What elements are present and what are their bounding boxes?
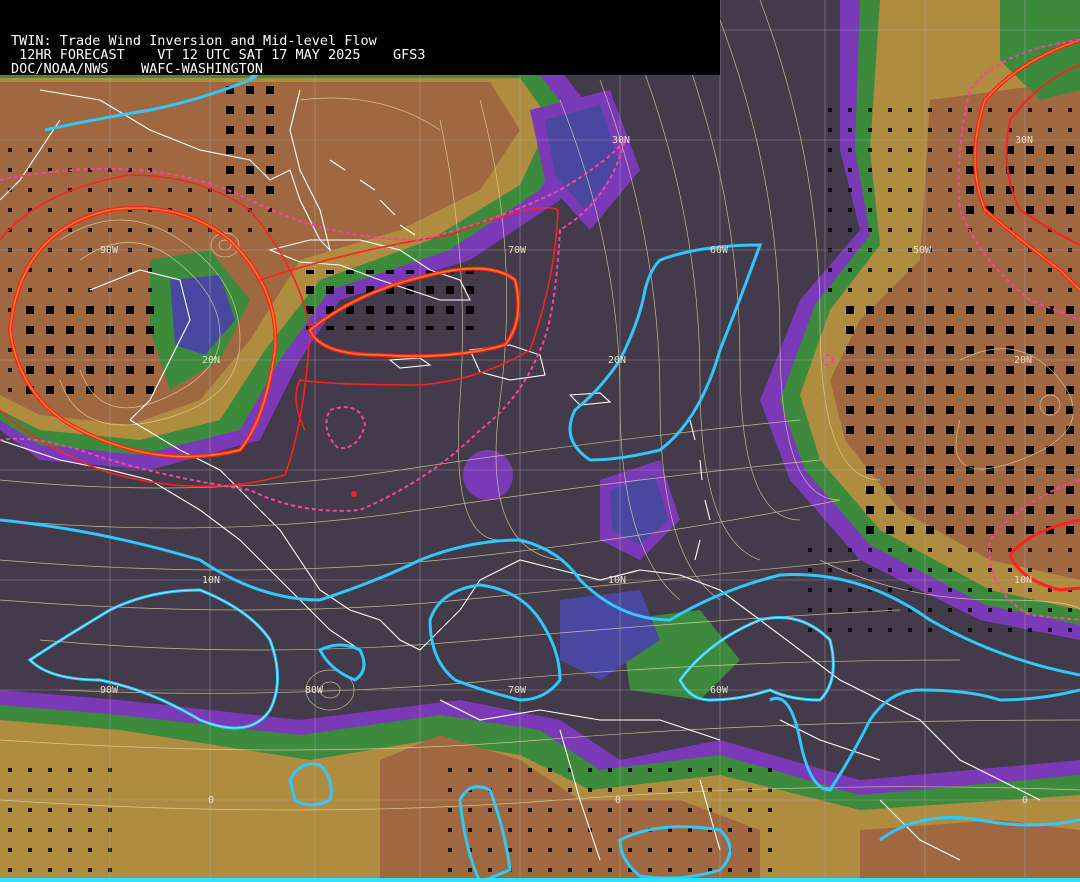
label-10n-center: 10N bbox=[608, 575, 626, 586]
label-60w-bottom: 60W bbox=[710, 685, 729, 696]
bottom-border bbox=[0, 878, 1080, 882]
label-80w: 80W bbox=[305, 685, 324, 696]
label-30n-center: 30N bbox=[612, 135, 630, 146]
map-frame: 30N 30N 20N 20N 20N 10N 10N 10N 0 0 0 90… bbox=[0, 0, 1080, 882]
title-line: TWIN: Trade Wind Inversion and Mid-level… bbox=[11, 33, 377, 49]
label-10n-right: 10N bbox=[1014, 575, 1032, 586]
label-90w-bottom: 90W bbox=[100, 685, 119, 696]
label-20n-right: 20N bbox=[1014, 355, 1032, 366]
forecast-line: 12HR FORECAST VT 12 UTC SAT 17 MAY 2025 … bbox=[11, 47, 426, 63]
agency-line: DOC/NOAA/NWS WAFC-WASHINGTON bbox=[11, 61, 263, 77]
label-70w-top: 70W bbox=[508, 245, 527, 256]
label-0-center: 0 bbox=[615, 795, 621, 806]
label-0-left: 0 bbox=[208, 795, 214, 806]
label-10n-left: 10N bbox=[202, 575, 220, 586]
label-60w-top: 60W bbox=[710, 245, 729, 256]
label-90w-top: 90W bbox=[100, 245, 119, 256]
label-70w-bottom: 70W bbox=[508, 685, 527, 696]
label-30n-right: 30N bbox=[1015, 135, 1033, 146]
label-20n-left: 20N bbox=[202, 355, 220, 366]
title-block: TWIN: Trade Wind Inversion and Mid-level… bbox=[0, 0, 720, 77]
twin-forecast-map: 30N 30N 20N 20N 20N 10N 10N 10N 0 0 0 90… bbox=[0, 0, 1080, 882]
label-50w: 50W bbox=[913, 245, 932, 256]
label-20n-center: 20N bbox=[608, 355, 626, 366]
label-0-right: 0 bbox=[1022, 795, 1028, 806]
